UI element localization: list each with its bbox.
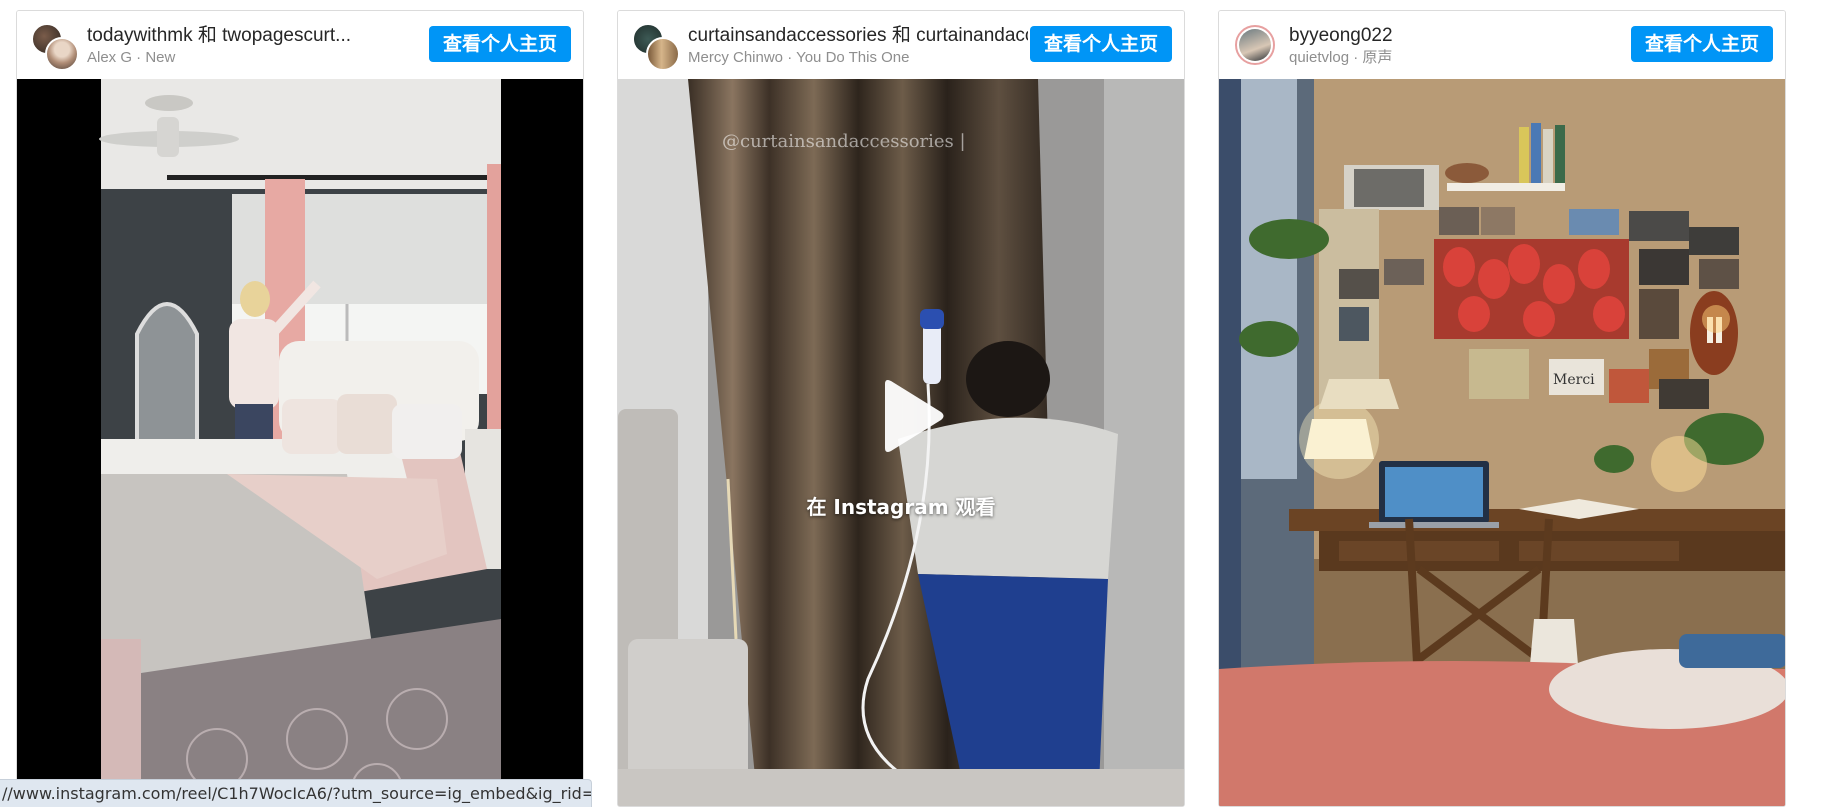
bedroom-video-frame xyxy=(17,79,583,806)
username-link[interactable]: curtainsandaccessories 和 curtainandacces… xyxy=(688,25,1028,47)
desk-video-frame: Merci xyxy=(1219,79,1785,806)
avatar xyxy=(45,37,79,71)
audio-subtitle[interactable]: Alex G · New xyxy=(87,48,417,68)
avatar xyxy=(1235,25,1275,65)
username-link[interactable]: byyeong022 xyxy=(1289,25,1619,47)
collab-avatar[interactable] xyxy=(31,23,79,71)
play-icon[interactable] xyxy=(867,376,947,456)
audio-subtitle[interactable]: quietvlog · 原声 xyxy=(1289,48,1619,68)
wall-card-text: Merci xyxy=(1553,372,1595,388)
watch-on-instagram-link[interactable]: 在 Instagram 观看 xyxy=(618,491,1184,520)
reel-video[interactable]: Merci xyxy=(1219,79,1785,806)
view-profile-button[interactable]: 查看个人主页 xyxy=(428,26,571,62)
link-status-bar: //www.instagram.com/reel/C1h7WocIcA6/?ut… xyxy=(0,779,592,807)
embed-card-1: todaywithmk 和 twopagescurt... Alex G · N… xyxy=(16,10,584,807)
embed-card-3: byyeong022 quietvlog · 原声 查看个人主页 Merci xyxy=(1218,10,1786,807)
username-link[interactable]: todaywithmk 和 twopagescurt... xyxy=(87,25,417,47)
embed-card-2: curtainsandaccessories 和 curtainandacces… xyxy=(617,10,1185,807)
view-profile-button[interactable]: 查看个人主页 xyxy=(1630,26,1773,62)
card-header: todaywithmk 和 twopagescurt... Alex G · N… xyxy=(17,11,583,79)
avatar xyxy=(646,37,680,71)
profile-avatar[interactable] xyxy=(1233,23,1279,69)
audio-subtitle[interactable]: Mercy Chinwo · You Do This One xyxy=(688,48,1028,68)
card-header: byyeong022 quietvlog · 原声 查看个人主页 xyxy=(1219,11,1785,79)
reel-video[interactable]: @curtainsandaccessories | 在 Instagram 观看 xyxy=(618,79,1184,806)
view-profile-button[interactable]: 查看个人主页 xyxy=(1029,26,1172,62)
reel-video[interactable] xyxy=(17,79,583,806)
collab-avatar[interactable] xyxy=(632,23,680,71)
play-overlay[interactable]: 在 Instagram 观看 xyxy=(618,79,1184,806)
card-header: curtainsandaccessories 和 curtainandacces… xyxy=(618,11,1184,79)
